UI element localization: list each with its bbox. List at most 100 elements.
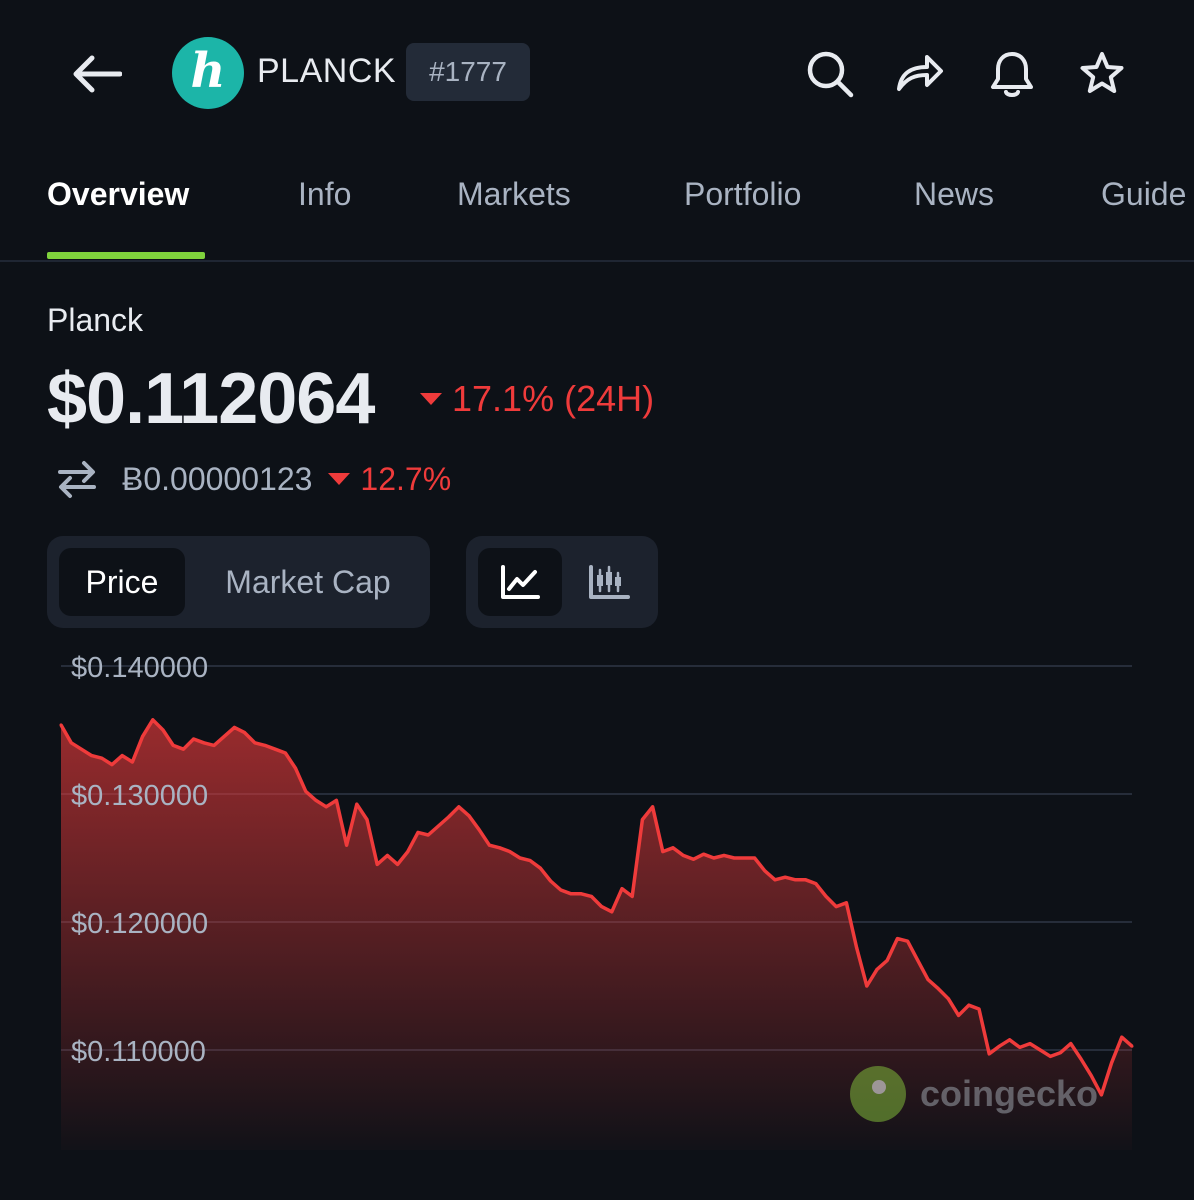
price-data-point — [589, 894, 593, 898]
price-data-point — [151, 718, 155, 722]
price-data-point — [253, 741, 257, 745]
price-data-point — [467, 814, 471, 818]
top-bar: h PLANCK #1777 — [0, 0, 1194, 140]
price-data-point — [324, 805, 328, 809]
price-data-point — [1079, 1057, 1083, 1061]
price-data-point — [977, 1007, 981, 1011]
price-data-point — [793, 878, 797, 882]
price-data-point — [957, 1013, 961, 1017]
price-data-point — [181, 747, 185, 751]
price-data-point — [426, 833, 430, 837]
price-data-point — [120, 754, 124, 758]
price-data-point — [875, 967, 879, 971]
price-data-point — [79, 747, 83, 751]
price-data-point — [855, 946, 859, 950]
price-data-point — [814, 882, 818, 886]
tab-markets[interactable]: Markets — [457, 176, 571, 213]
price-data-point — [457, 805, 461, 809]
price-data-point — [691, 857, 695, 861]
price-data-point — [753, 856, 757, 860]
price-data-point — [559, 888, 563, 892]
coin-logo-letter: h — [190, 43, 226, 99]
price-data-point — [385, 853, 389, 857]
price-data-point — [100, 756, 104, 760]
tab-info[interactable]: Info — [298, 176, 351, 213]
price-toggle-button[interactable]: Price — [59, 548, 185, 616]
search-icon — [807, 51, 854, 98]
price-data-point — [967, 1003, 971, 1007]
price-data-point — [243, 731, 247, 735]
price-data-point — [171, 743, 175, 747]
current-price: $0.112064 — [47, 359, 375, 439]
y-axis-tick-label: $0.140000 — [71, 652, 208, 684]
price-data-point — [1028, 1042, 1032, 1046]
price-data-point — [396, 862, 400, 866]
price-data-point — [579, 892, 583, 896]
price-data-point — [141, 734, 145, 738]
price-data-point — [90, 754, 94, 758]
price-data-point — [620, 887, 624, 891]
tab-guide[interactable]: Guide — [1101, 176, 1186, 213]
watermark-text: coingecko — [920, 1073, 1099, 1114]
back-button[interactable] — [64, 44, 128, 104]
rank-badge: #1777 — [406, 43, 530, 101]
price-data-point — [304, 789, 308, 793]
btc-price: Ƀ0.00000123 — [122, 460, 313, 497]
market-cap-toggle-button[interactable]: Market Cap — [197, 548, 419, 616]
price-data-point — [702, 852, 706, 856]
tab-portfolio[interactable]: Portfolio — [684, 176, 801, 213]
y-axis-tick-label: $0.130000 — [71, 780, 208, 812]
alert-button[interactable] — [984, 46, 1040, 102]
down-triangle-icon — [328, 473, 351, 485]
down-triangle-icon — [420, 393, 442, 405]
line-chart-button[interactable] — [478, 548, 562, 616]
price-data-point — [661, 850, 665, 854]
price-data-point — [926, 978, 930, 982]
y-axis-tick-label: $0.110000 — [71, 1036, 206, 1068]
price-data-point — [1120, 1035, 1124, 1039]
price-data-point — [885, 958, 889, 962]
price-data-point — [1008, 1038, 1012, 1042]
price-data-point — [987, 1052, 991, 1056]
price-data-point — [865, 984, 869, 988]
price-data-point — [355, 802, 359, 806]
price-data-point — [1110, 1061, 1114, 1065]
price-data-point — [681, 853, 685, 857]
price-data-point — [742, 856, 746, 860]
metric-toggle: Price Market Cap — [47, 536, 430, 628]
favorite-button[interactable] — [1074, 46, 1130, 102]
coingecko-logo-icon — [850, 1066, 906, 1122]
price-data-point — [916, 958, 920, 962]
price-data-point — [824, 894, 828, 898]
price-data-point — [895, 937, 899, 941]
search-button[interactable] — [802, 46, 858, 102]
share-button[interactable] — [892, 46, 948, 102]
price-data-point — [487, 843, 491, 847]
tab-bar: Overview Info Markets Portfolio News Gui… — [0, 160, 1194, 262]
price-data-point — [946, 997, 950, 1001]
price-data-point — [651, 805, 655, 809]
tab-overview[interactable]: Overview — [47, 176, 189, 213]
y-axis-tick-label: $0.120000 — [71, 908, 208, 940]
price-data-point — [549, 879, 553, 883]
price-data-point — [671, 846, 675, 850]
chart-type-toggle — [466, 536, 658, 628]
price-data-point — [1018, 1045, 1022, 1049]
btc-price-row: Ƀ0.00000123 12.7% — [56, 454, 451, 504]
price-data-point — [1069, 1042, 1073, 1046]
candlestick-chart-button[interactable] — [570, 548, 648, 616]
back-arrow-icon — [73, 55, 122, 93]
price-data-point — [600, 905, 604, 909]
price-data-point — [732, 856, 736, 860]
coingecko-watermark: coingecko — [850, 1066, 1098, 1122]
price-data-point — [508, 850, 512, 854]
price-data-point — [518, 856, 522, 860]
price-data-point — [906, 939, 910, 943]
tab-news[interactable]: News — [914, 176, 994, 213]
price-data-point — [498, 846, 502, 850]
price-data-point — [610, 910, 614, 914]
price-data-point — [314, 798, 318, 802]
price-data-point — [161, 728, 165, 732]
price-data-point — [528, 859, 532, 863]
price-data-point — [783, 875, 787, 879]
